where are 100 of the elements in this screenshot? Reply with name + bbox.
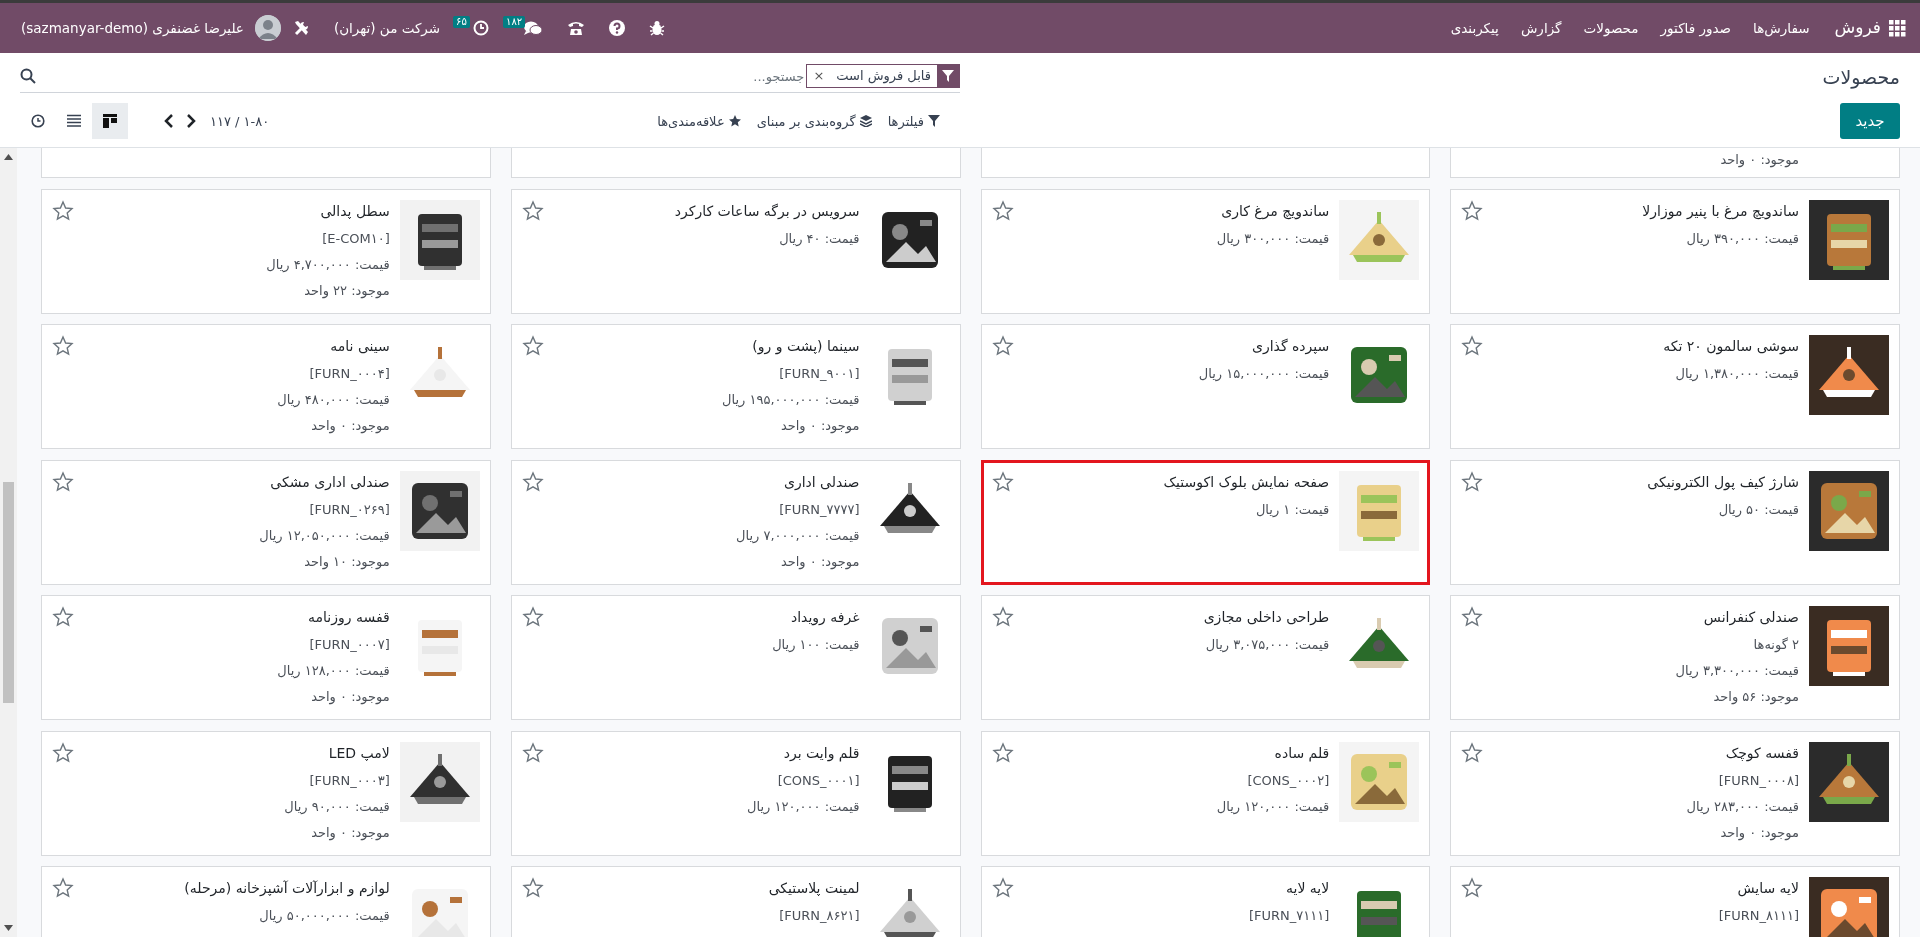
product-code: [FURN_۷۷۷۷] bbox=[778, 500, 860, 519]
product-card[interactable]: لایه لایه [FURN_۷۱۱۱] bbox=[980, 866, 1431, 937]
pager-value: ۱-۸۰ / ۱۱۷ bbox=[209, 112, 271, 131]
product-card[interactable]: سینما (پشت و رو) [FURN_۹۰۰۱] قیمت: ۱۹۵,۰۰۰,۰۰۰ ریال موجود: ۰ واحد bbox=[510, 324, 961, 449]
product-card[interactable]: لامپ LED [FURN_۰۰۰۳] قیمت: ۹۰,۰۰۰ ریال موجود: ۰ واحد bbox=[41, 730, 491, 856]
product-card[interactable]: قفسه کوچک [FURN_۰۰۰۸] قیمت: ۲۸۳,۰۰۰ ریال موجود: ۰ واحد bbox=[1450, 730, 1900, 856]
app-name[interactable]: فروش bbox=[1820, 15, 1889, 41]
chevron-icon bbox=[164, 114, 174, 129]
favorite-star[interactable] bbox=[52, 335, 74, 357]
favorite-star[interactable] bbox=[991, 606, 1014, 628]
favorite-star[interactable] bbox=[1461, 470, 1484, 493]
product-card[interactable]: صندلی کنفرانس ۲ گونه‌ها قیمت: ۳,۳۰۰,۰۰۰ ریال موجود: ۵۶ واحد bbox=[1450, 595, 1900, 720]
price-text: قیمت: ۳۹۰,۰۰۰ ریال bbox=[1685, 229, 1799, 249]
product-name: سوشی سالمون ۲۰ تکه bbox=[1662, 337, 1799, 357]
clock-icon[interactable] bbox=[473, 20, 490, 36]
remove-facet-button[interactable]: × bbox=[807, 65, 831, 88]
product-card[interactable]: موجود: ۰ واحد bbox=[1450, 148, 1900, 178]
help-icon[interactable] bbox=[609, 20, 626, 36]
company-name[interactable]: شرکت من (تهران) bbox=[322, 17, 452, 39]
count-badge: ۶۵ bbox=[453, 16, 470, 28]
filter-facet[interactable]: قابل فروش است × bbox=[806, 64, 960, 89]
product-card[interactable]: صندلی اداری مشکی [FURN_۰۲۶۹] قیمت: ۱۲,۰۵۰,۰۰۰ ریال موجود: ۱۰ واحد bbox=[41, 459, 491, 585]
menu-item[interactable]: صدور فاکتور bbox=[1649, 17, 1743, 39]
favorite-star[interactable] bbox=[521, 199, 544, 222]
tools-icon[interactable] bbox=[292, 19, 311, 37]
menu-item[interactable]: گزارش bbox=[1509, 17, 1573, 39]
favorite-star[interactable] bbox=[521, 741, 544, 764]
favorite-star[interactable] bbox=[1461, 606, 1484, 628]
product-card[interactable]: شارژ کیف پول الکترونیکی قیمت: ۵۰ ریال bbox=[1450, 459, 1900, 585]
favorite-star[interactable] bbox=[521, 877, 544, 899]
user-name[interactable]: علیرضا غضنفری (sazmanyar-demo) bbox=[10, 17, 255, 39]
favorite-star[interactable] bbox=[991, 470, 1014, 493]
avatar[interactable] bbox=[254, 15, 281, 41]
product-card[interactable]: قفسه روزنامه [FURN_۰۰۰۷] قیمت: ۱۲۸,۰۰۰ ریال موجود: ۰ واحد bbox=[41, 595, 491, 720]
scrollbar-thumb[interactable] bbox=[3, 482, 14, 703]
favorite-star[interactable] bbox=[52, 741, 74, 764]
phone-icon[interactable] bbox=[567, 20, 586, 36]
product-name: لایه لایه bbox=[1285, 879, 1330, 898]
product-name: ساندویچ مرغ با پنیر موزارلا bbox=[1641, 201, 1799, 222]
menu-item[interactable]: محصولات bbox=[1572, 17, 1650, 39]
chat-icon[interactable] bbox=[523, 20, 544, 36]
menu-item[interactable]: سفارش‌ها bbox=[1742, 17, 1821, 39]
bug-icon[interactable] bbox=[649, 20, 666, 36]
search-icon[interactable] bbox=[20, 68, 36, 85]
product-card[interactable]: قلم وایت برد [CONS_۰۰۰۱] قیمت: ۱۲۰,۰۰۰ ریال bbox=[510, 730, 961, 856]
product-code: [FURN_۸۱۱۱] bbox=[1717, 907, 1799, 925]
product-card[interactable]: ساندویچ مرغ با پنیر موزارلا قیمت: ۳۹۰,۰۰۰ ریال bbox=[1450, 188, 1900, 314]
product-card[interactable]: صفحه نمایش بلوک اکوستیک قیمت: ۱ ریال bbox=[980, 459, 1431, 585]
favorite-star[interactable] bbox=[1461, 741, 1484, 764]
favorite-star[interactable] bbox=[52, 199, 74, 222]
product-card[interactable]: سطل پدالی [E-COM۱۰] قیمت: ۴,۷۰۰,۰۰۰ ریال موجود: ۲۲ واحد bbox=[41, 188, 491, 314]
toolbar-button[interactable]: گروه‌بندی بر مبنای bbox=[748, 107, 880, 135]
favorite-star[interactable] bbox=[52, 606, 74, 628]
product-code: [FURN_۰۲۶۹] bbox=[308, 500, 390, 519]
view-switch-button[interactable] bbox=[92, 103, 128, 140]
toolbar-button[interactable]: فیلترها bbox=[879, 107, 948, 135]
product-name: طراحی داخلی مجازی bbox=[1202, 608, 1330, 628]
product-card[interactable]: قلم ساده [CONS_۰۰۰۲] قیمت: ۱۲۰,۰۰۰ ریال bbox=[980, 730, 1431, 856]
product-card[interactable]: سینی نامه [FURN_۰۰۰۴] قیمت: ۴۸۰,۰۰۰ ریال موجود: ۰ واحد bbox=[41, 324, 491, 449]
clock-icon bbox=[31, 114, 45, 129]
favorite-star[interactable] bbox=[1461, 877, 1484, 899]
favorite-star[interactable] bbox=[991, 335, 1014, 357]
product-card[interactable]: سرویس در برگه ساعات کارکرد قیمت: ۴۰ ریال bbox=[510, 188, 961, 314]
product-card[interactable]: طراحی داخلی مجازی قیمت: ۳,۰۷۵,۰۰۰ ریال bbox=[980, 595, 1431, 720]
favorite-star[interactable] bbox=[991, 199, 1014, 222]
favorite-star[interactable] bbox=[52, 470, 74, 493]
product-card[interactable]: سوشی سالمون ۲۰ تکه قیمت: ۱,۳۸۰,۰۰۰ ریال bbox=[1450, 324, 1900, 449]
price-text: قیمت: ۵۰,۰۰۰,۰۰۰ ریال bbox=[258, 907, 390, 925]
search-field[interactable]: قابل فروش است × جستجو... bbox=[20, 61, 960, 93]
favorite-star[interactable] bbox=[521, 606, 544, 628]
stock-text: موجود: ۲۲ واحد bbox=[303, 281, 390, 301]
product-card[interactable]: سپرده گذاری قیمت: ۱۵,۰۰۰,۰۰۰ ریال bbox=[980, 324, 1431, 449]
favorite-star[interactable] bbox=[521, 470, 544, 493]
product-code: [E-COM۱۰] bbox=[321, 229, 390, 248]
product-card[interactable]: صندلی اداری [FURN_۷۷۷۷] قیمت: ۷,۰۰۰,۰۰۰ ریال موجود: ۰ واحد bbox=[510, 459, 961, 585]
product-card[interactable]: غرفه رویداد قیمت: ۱۰۰ ریال bbox=[510, 595, 961, 720]
scroll-down-arrow[interactable] bbox=[4, 925, 13, 931]
menu-item[interactable]: پیکربندی bbox=[1439, 17, 1510, 39]
product-card[interactable]: ساندویچ مرغ کاری قیمت: ۳۰۰,۰۰۰ ریال bbox=[980, 188, 1431, 314]
favorite-star[interactable] bbox=[52, 877, 74, 899]
product-card[interactable]: لوازم و ابزارآلات آشپزخانه (مرحله) قیمت: ۵۰,۰۰۰,۰۰۰ ریال bbox=[41, 866, 491, 937]
favorite-star[interactable] bbox=[1461, 335, 1484, 357]
product-code: [FURN_۰۰۰۸] bbox=[1717, 771, 1799, 790]
price-text: قیمت: ۱۹۵,۰۰۰,۰۰۰ ریال bbox=[721, 391, 860, 409]
scroll-up-arrow[interactable] bbox=[4, 154, 13, 160]
product-card[interactable]: لایه سایش [FURN_۸۱۱۱] bbox=[1450, 866, 1900, 937]
list-icon bbox=[67, 114, 81, 129]
kanban-icon bbox=[103, 114, 117, 129]
stock-text: موجود: ۱۰ واحد bbox=[303, 552, 390, 572]
favorite-star[interactable] bbox=[1461, 199, 1484, 222]
apps-menu-icon[interactable] bbox=[1889, 19, 1906, 37]
product-name: قلم وایت برد bbox=[782, 743, 860, 764]
favorite-star[interactable] bbox=[991, 877, 1014, 899]
new-button[interactable]: جدید bbox=[1840, 103, 1900, 139]
toolbar-button[interactable]: علاقه‌مندی‌ها bbox=[649, 107, 749, 135]
layers-icon bbox=[859, 115, 872, 128]
star-icon bbox=[728, 115, 741, 128]
product-card[interactable]: لمینت پلاستیکی [FURN_۸۶۲۱] bbox=[510, 866, 961, 937]
favorite-star[interactable] bbox=[521, 335, 544, 357]
favorite-star[interactable] bbox=[991, 741, 1014, 764]
